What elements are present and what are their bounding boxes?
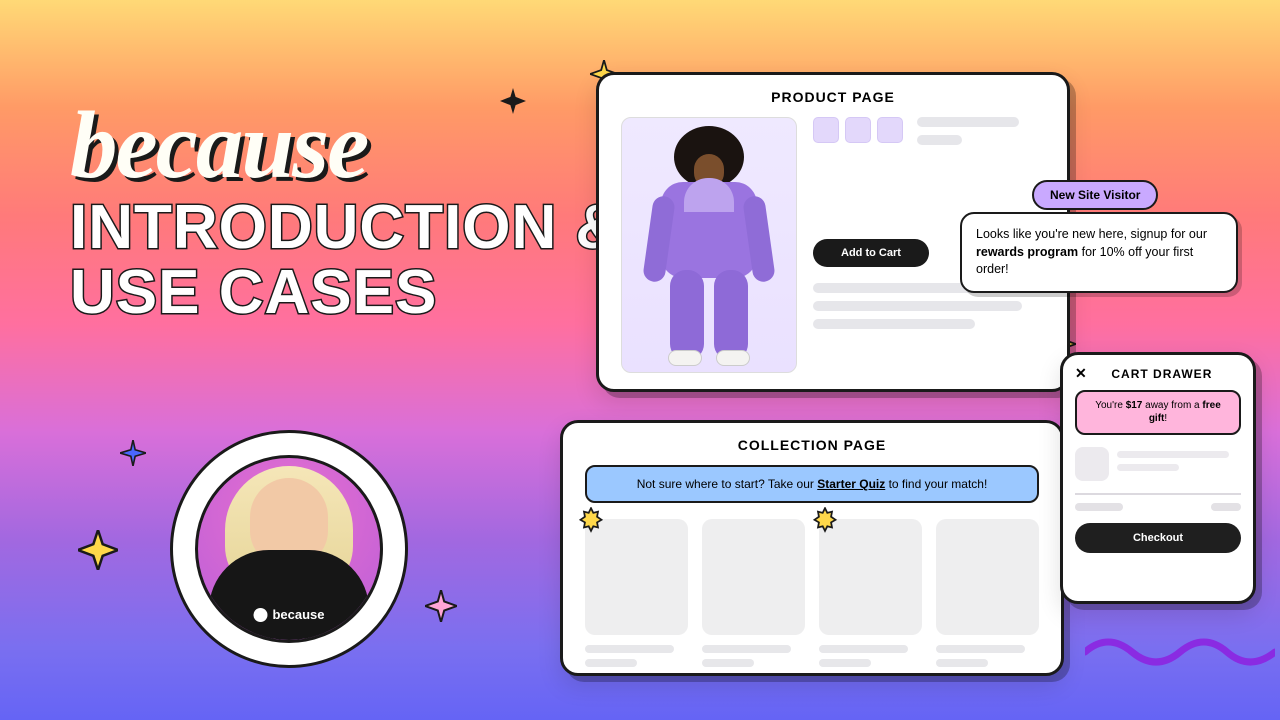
collection-tile[interactable] [702, 519, 805, 667]
presenter-avatar: because [170, 430, 408, 668]
quiz-text-post: to find your match! [885, 477, 987, 491]
quiz-text-pre: Not sure where to start? Take our [637, 477, 818, 491]
new-visitor-callout: Looks like you're new here, signup for o… [960, 212, 1238, 293]
callout-text-pre: Looks like you're new here, signup for o… [976, 227, 1207, 241]
wave-decoration [1085, 632, 1275, 672]
checkout-button[interactable]: Checkout [1075, 523, 1241, 553]
gift-amount: $17 [1126, 400, 1143, 411]
avatar-brand-label: because [253, 607, 324, 622]
gift-text: You're [1095, 400, 1125, 411]
sparkle-icon [500, 88, 526, 114]
gift-text: away from a [1142, 400, 1202, 411]
callout-text-bold: rewards program [976, 245, 1078, 259]
cart-thumbnail [1075, 447, 1109, 481]
gift-text: ! [1164, 413, 1167, 424]
quiz-text-bold: Starter Quiz [817, 477, 885, 491]
panel-title: COLLECTION PAGE [585, 437, 1039, 453]
sparkle-icon [78, 530, 118, 570]
color-swatches[interactable] [813, 117, 903, 153]
collection-tile[interactable] [585, 519, 688, 667]
sparkle-icon [425, 590, 457, 622]
product-image [621, 117, 797, 373]
sparkle-icon [120, 440, 146, 466]
collection-page-panel: COLLECTION PAGE Not sure where to start?… [560, 420, 1064, 676]
divider [1075, 493, 1241, 495]
collection-tile[interactable] [819, 519, 922, 667]
star-badge-icon [577, 507, 605, 535]
panel-title: PRODUCT PAGE [621, 89, 1045, 105]
close-icon[interactable]: ✕ [1075, 365, 1087, 382]
star-badge-icon [811, 507, 839, 535]
panel-title: CART DRAWER [1095, 367, 1229, 381]
collection-tile[interactable] [936, 519, 1039, 667]
cart-line-item [1075, 447, 1241, 481]
add-to-cart-button[interactable]: Add to Cart [813, 239, 929, 267]
headline: INTRODUCTION & USE CASES [70, 195, 650, 325]
brand-logo-text: because [70, 90, 367, 200]
new-visitor-chip: New Site Visitor [1032, 180, 1158, 210]
free-gift-banner: You're $17 away from a free gift! [1075, 390, 1241, 435]
cart-total-row [1075, 503, 1241, 511]
cart-drawer-panel: ✕ CART DRAWER You're $17 away from a fre… [1060, 352, 1256, 604]
starter-quiz-banner[interactable]: Not sure where to start? Take our Starte… [585, 465, 1039, 503]
